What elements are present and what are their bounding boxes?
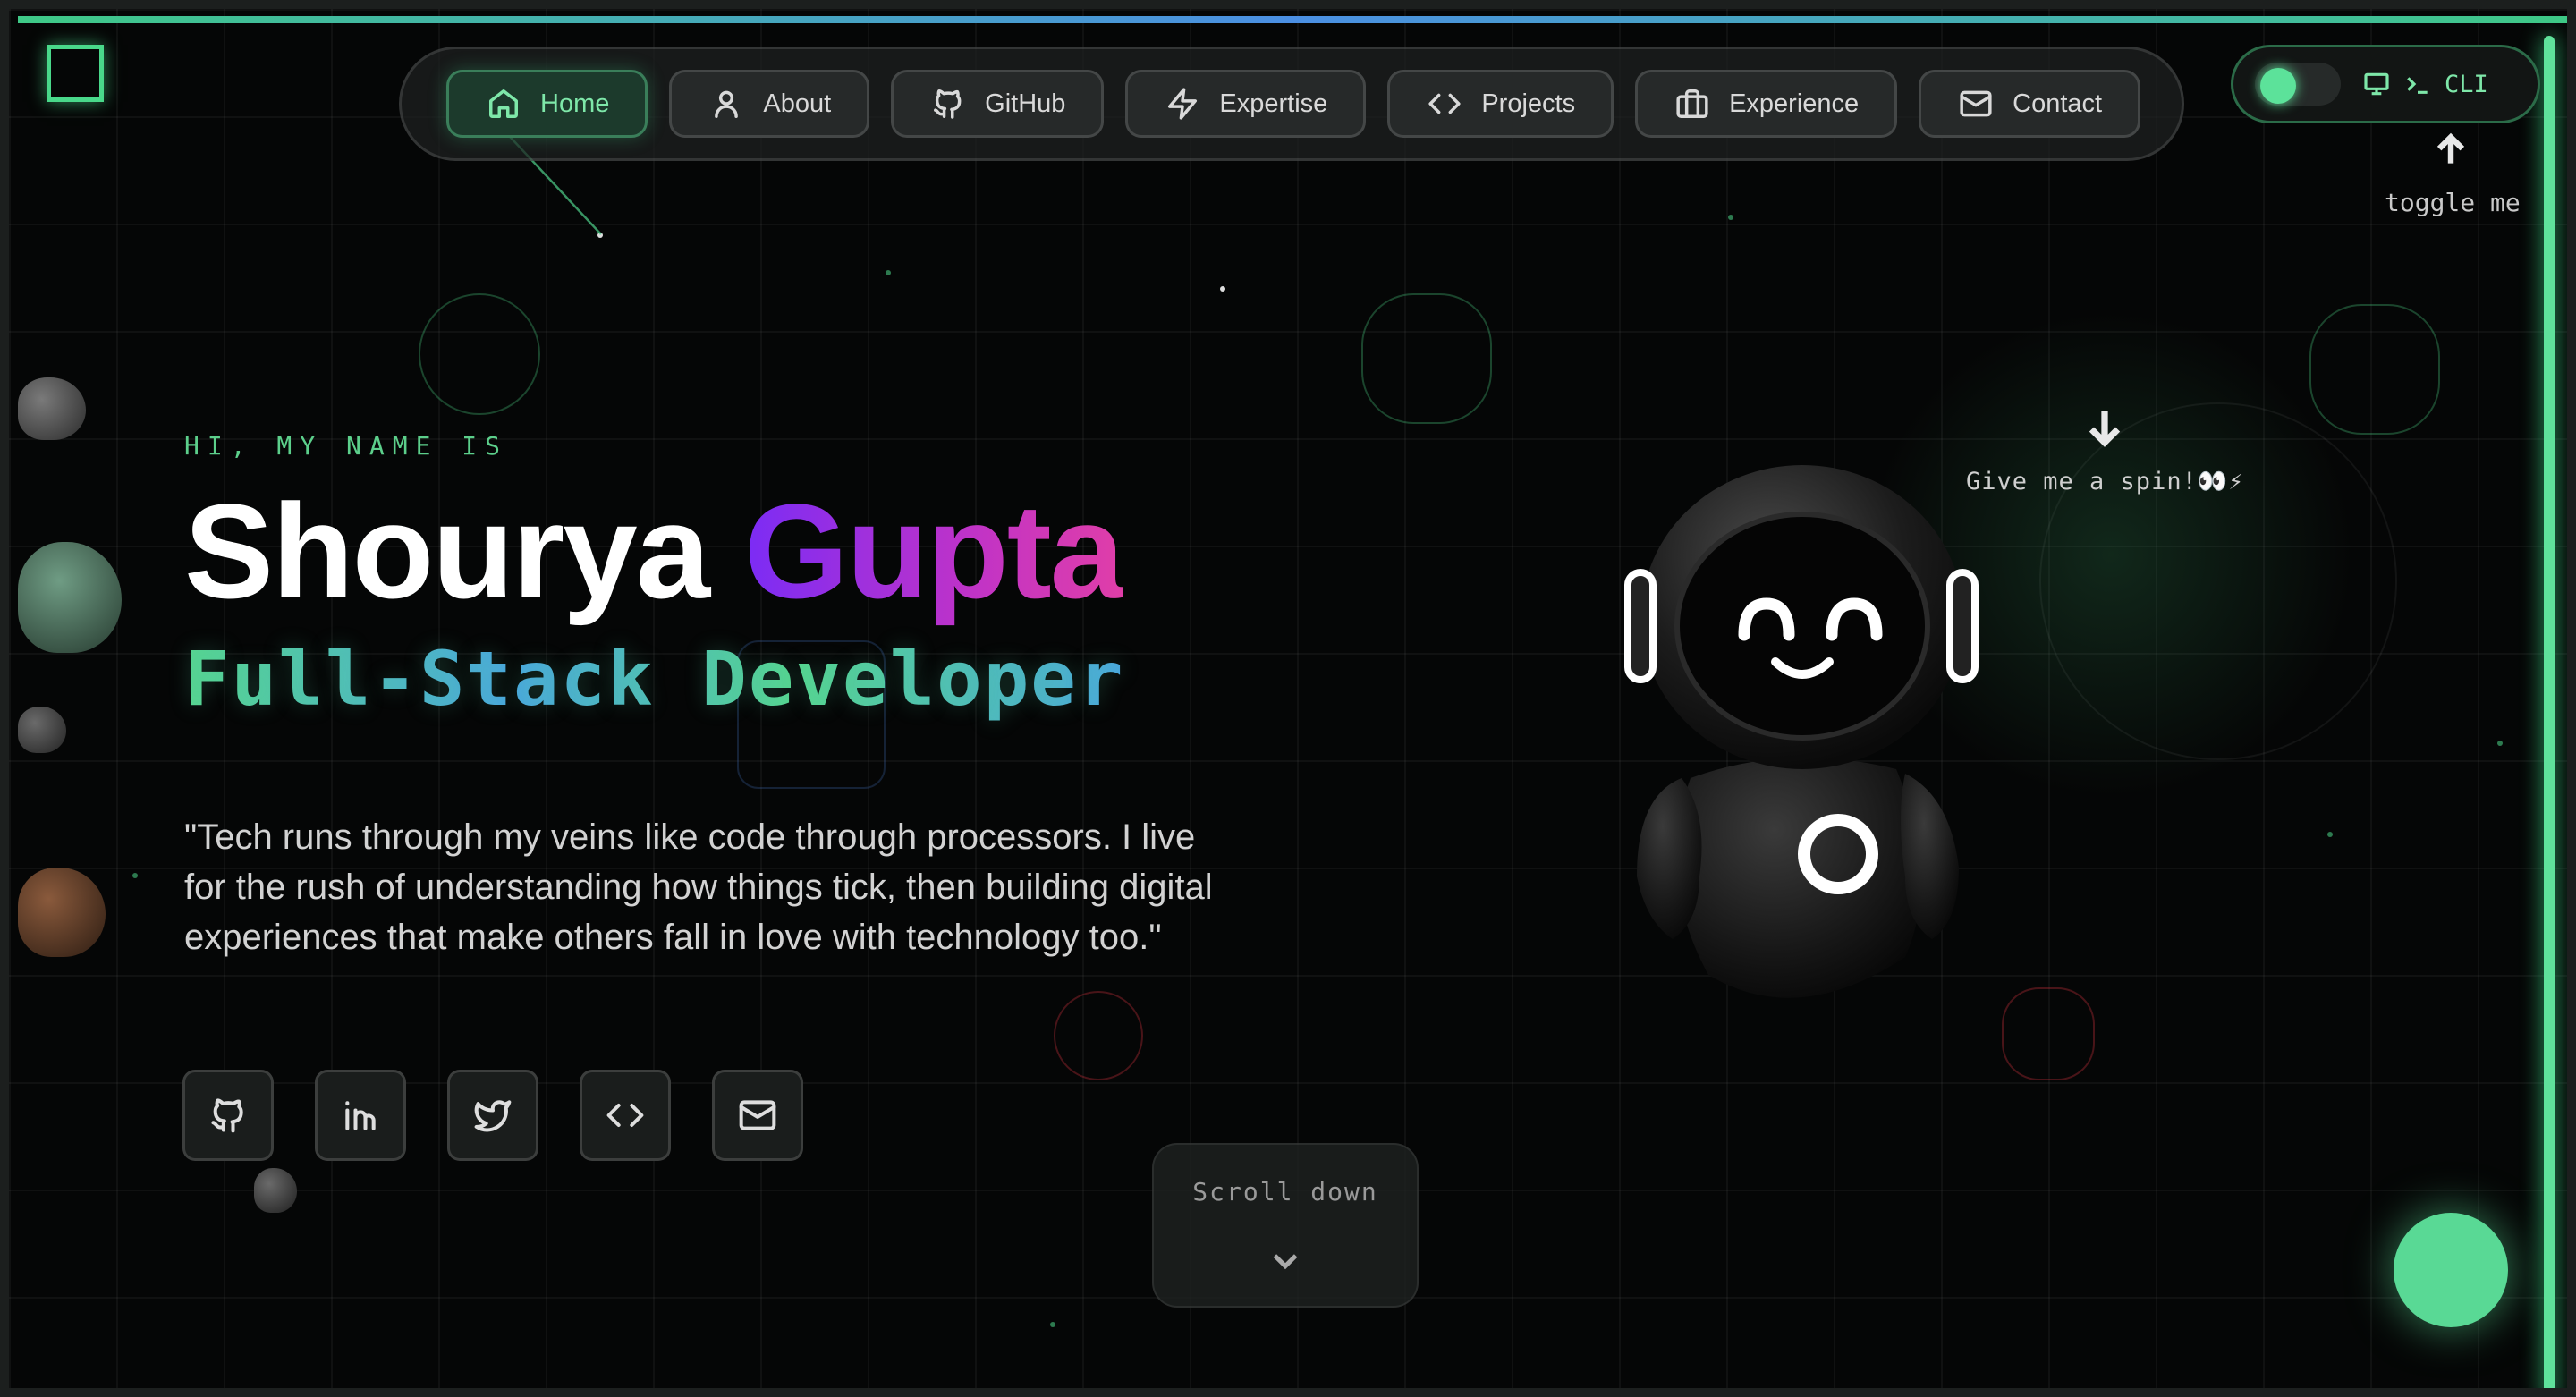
cli-toggle[interactable]: CLI xyxy=(2231,45,2540,123)
nav-home-label: Home xyxy=(540,89,610,118)
decor-square-red xyxy=(2002,987,2095,1080)
floating-action-button[interactable] xyxy=(2394,1213,2508,1327)
cli-mode-label: CLI xyxy=(2362,70,2488,98)
star xyxy=(132,873,138,878)
social-twitter[interactable] xyxy=(447,1070,538,1161)
nav-github[interactable]: GitHub xyxy=(891,70,1105,138)
first-name: Shourya xyxy=(184,476,710,626)
star xyxy=(1050,1322,1055,1327)
greeting: HI, MY NAME IS xyxy=(184,431,509,461)
arrow-up-icon xyxy=(2436,132,2465,164)
social-github[interactable] xyxy=(182,1070,274,1161)
asteroid xyxy=(18,542,122,653)
nav-expertise-label: Expertise xyxy=(1219,89,1328,118)
code-icon xyxy=(1428,93,1461,114)
nav-contact-label: Contact xyxy=(2012,89,2103,118)
terminal-icon xyxy=(2407,77,2428,94)
scrollbar[interactable] xyxy=(2544,36,2555,1388)
nav-github-label: GitHub xyxy=(985,89,1066,118)
cli-text: CLI xyxy=(2445,70,2488,98)
decor-circle xyxy=(419,293,540,415)
scroll-down-button[interactable]: Scroll down xyxy=(1152,1143,1419,1308)
code-icon xyxy=(606,1103,644,1128)
user-icon xyxy=(715,90,739,118)
briefcase-icon xyxy=(1676,89,1708,118)
star xyxy=(886,270,891,275)
social-linkedin[interactable] xyxy=(315,1070,406,1161)
star xyxy=(1220,286,1225,292)
nav-home[interactable]: Home xyxy=(446,70,648,138)
social-links xyxy=(182,1070,803,1161)
scroll-down-label: Scroll down xyxy=(1192,1177,1378,1206)
social-mail[interactable] xyxy=(712,1070,803,1161)
asteroid xyxy=(254,1168,297,1213)
github-icon xyxy=(211,1098,243,1133)
robot-3d-model[interactable] xyxy=(1583,456,2004,1055)
star xyxy=(2327,832,2333,837)
arrow-down-icon xyxy=(2089,411,2121,447)
nav-projects-label: Projects xyxy=(1481,89,1576,118)
main-nav: Home About GitHub Expertise Projects Exp… xyxy=(399,47,2184,161)
nav-contact[interactable]: Contact xyxy=(1919,70,2141,138)
lightning-icon xyxy=(1168,88,1198,120)
nav-projects[interactable]: Projects xyxy=(1387,70,1614,138)
linkedin-icon xyxy=(345,1101,376,1130)
star xyxy=(1728,215,1733,220)
toggle-hint: toggle me xyxy=(2385,188,2521,217)
github-icon xyxy=(934,89,962,119)
star xyxy=(2497,741,2503,746)
last-name: Gupta xyxy=(743,476,1124,626)
page-frame: Home About GitHub Expertise Projects Exp… xyxy=(0,0,2576,1397)
chevron-down-icon xyxy=(1273,1254,1298,1270)
twitter-icon xyxy=(474,1100,512,1132)
hero-quote: "Tech runs through my veins like code th… xyxy=(184,817,1213,957)
asteroid xyxy=(18,868,106,957)
nav-experience-label: Experience xyxy=(1729,89,1860,118)
switch-knob xyxy=(2260,68,2296,104)
nav-about-label: About xyxy=(763,89,832,118)
logo-box[interactable] xyxy=(47,45,104,102)
nav-expertise[interactable]: Expertise xyxy=(1125,70,1367,138)
asteroid xyxy=(18,377,86,440)
home-icon xyxy=(489,89,518,118)
robot-hint: Give me a spin!👀⚡ xyxy=(1966,468,2244,495)
hero-role: Full-Stack Developer xyxy=(184,635,1125,723)
social-code[interactable] xyxy=(580,1070,671,1161)
nav-about[interactable]: About xyxy=(669,70,870,138)
cli-switch[interactable] xyxy=(2255,63,2341,106)
mail-icon xyxy=(1960,90,1992,117)
monitor-icon xyxy=(2364,72,2389,96)
mail-icon xyxy=(739,1100,776,1130)
top-accent-bar xyxy=(18,16,2567,23)
decor-squircle xyxy=(1361,293,1492,424)
decor-square-red xyxy=(1054,991,1143,1080)
asteroid xyxy=(18,707,66,753)
hero-name: Shourya Gupta xyxy=(184,474,1124,629)
nav-experience[interactable]: Experience xyxy=(1635,70,1898,138)
